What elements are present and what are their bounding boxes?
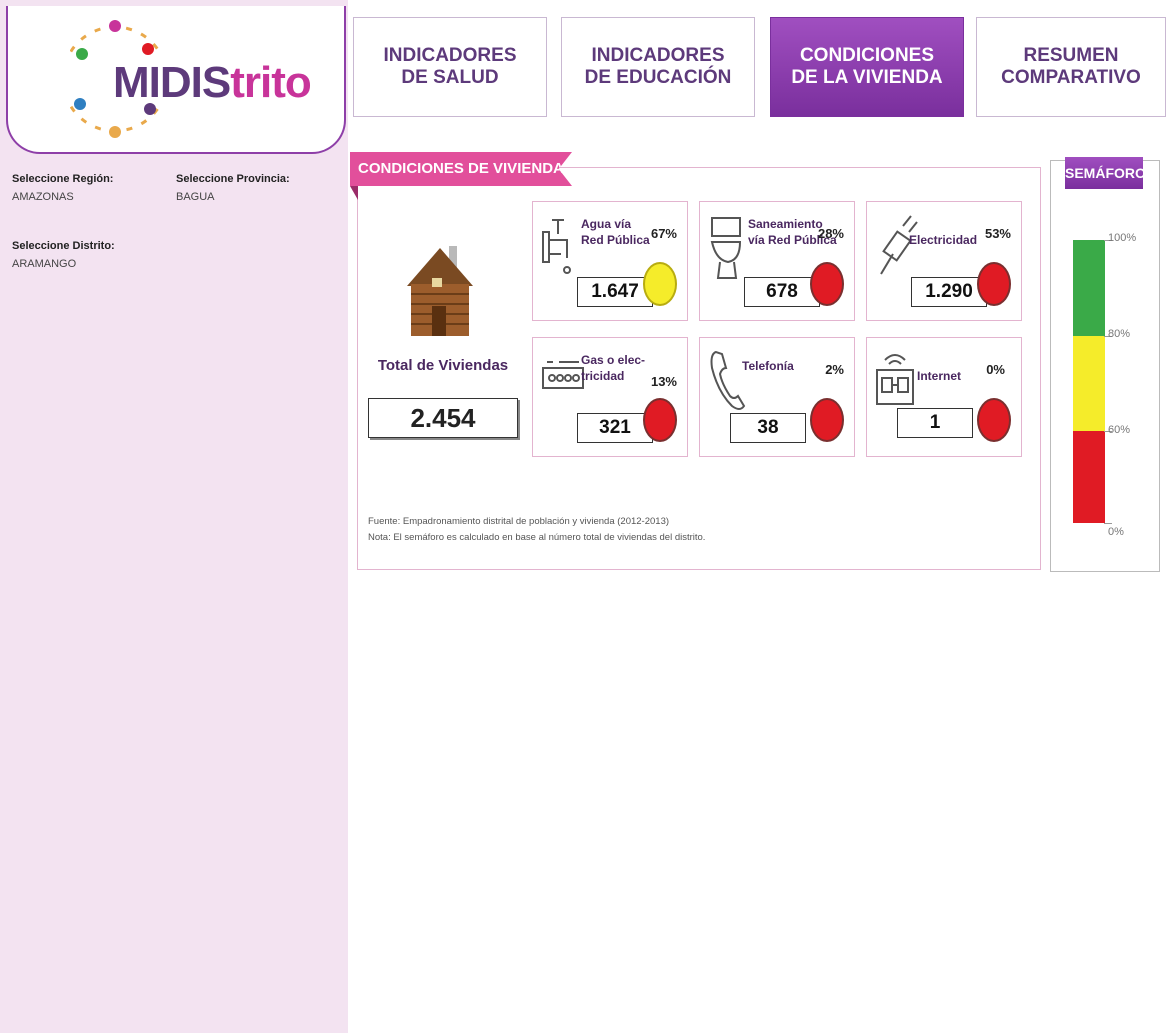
logo-trito: trito bbox=[230, 58, 312, 107]
semaforo-tick bbox=[1104, 523, 1112, 524]
tab-indicadores-educacion[interactable]: INDICADORES DE EDUCACIÓN bbox=[561, 17, 755, 117]
logo-wordmark: MIDIStrito bbox=[113, 58, 312, 108]
saneamiento-count: 678 bbox=[744, 277, 820, 307]
source-footnote: Fuente: Empadronamiento distrital de pob… bbox=[368, 516, 670, 527]
electricidad-count: 1.290 bbox=[911, 277, 987, 307]
distrito-label: Seleccione Distrito: bbox=[12, 240, 115, 252]
tab-condiciones-vivienda[interactable]: CONDICIONES DE LA VIVIENDA bbox=[770, 17, 964, 117]
internet-status-light bbox=[977, 398, 1011, 442]
saneamiento-status-light bbox=[810, 262, 844, 306]
card-agua: Agua vía Red Pública 67% 1.647 bbox=[532, 201, 688, 321]
provincia-label: Seleccione Provincia: bbox=[176, 173, 290, 185]
region-label: Seleccione Región: bbox=[12, 173, 114, 185]
telefonia-percent: 2% bbox=[825, 362, 844, 377]
toilet-icon bbox=[710, 217, 742, 279]
agua-label: Agua vía Red Pública bbox=[581, 217, 650, 247]
card-internet: Internet 0% 1 bbox=[866, 337, 1022, 457]
electricidad-label: Electricidad bbox=[909, 233, 978, 247]
gas-percent: 13% bbox=[650, 374, 677, 389]
sidebar bbox=[0, 0, 348, 1033]
ribbon-fold bbox=[350, 186, 358, 200]
logo-midis: MIDIS bbox=[113, 58, 231, 107]
tab-indicadores-salud[interactable]: INDICADORES DE SALUD bbox=[353, 17, 547, 117]
electricidad-status-light bbox=[977, 262, 1011, 306]
card-gas: Gas o elec- tricidad 13% 321 bbox=[532, 337, 688, 457]
agua-percent: 67% bbox=[650, 226, 677, 241]
logo-panel: MIDIStrito bbox=[6, 6, 346, 154]
provincia-selector[interactable]: Seleccione Provincia: BAGUA bbox=[176, 173, 290, 203]
semaforo-green-band bbox=[1073, 240, 1105, 336]
gas-status-light bbox=[643, 398, 677, 442]
telefonia-count: 38 bbox=[730, 413, 806, 443]
provincia-value[interactable]: BAGUA bbox=[176, 191, 290, 203]
internet-count: 1 bbox=[897, 408, 973, 438]
agua-count: 1.647 bbox=[577, 277, 653, 307]
agua-status-light bbox=[643, 262, 677, 306]
total-viviendas-label: Total de Viviendas bbox=[377, 357, 509, 374]
total-viviendas-value: 2.454 bbox=[368, 398, 518, 438]
gas-count: 321 bbox=[577, 413, 653, 443]
stove-icon bbox=[542, 361, 584, 389]
semaforo-red-band bbox=[1073, 431, 1105, 523]
semaforo-level-0: 0% bbox=[1108, 526, 1124, 538]
card-saneamiento: Saneamiento vía Red Pública 28% 678 bbox=[699, 201, 855, 321]
saneamiento-percent: 28% bbox=[817, 226, 844, 241]
semaforo-level-80: 80% bbox=[1108, 328, 1131, 340]
semaforo-level-60: 60% bbox=[1108, 424, 1131, 436]
card-electricidad: Electricidad 53% 1.290 bbox=[866, 201, 1022, 321]
house-icon bbox=[407, 246, 473, 336]
tab-resumen-comparativo[interactable]: RESUMEN COMPARATIVO bbox=[976, 17, 1166, 117]
distrito-selector[interactable]: Seleccione Distrito: ARAMANGO bbox=[12, 240, 115, 270]
note-footnote: Nota: El semáforo es calculado en base a… bbox=[368, 532, 706, 543]
telefonia-status-light bbox=[810, 398, 844, 442]
faucet-icon bbox=[542, 219, 571, 274]
telefonia-label: Telefonía bbox=[742, 359, 794, 373]
region-value[interactable]: AMAZONAS bbox=[12, 191, 113, 203]
semaforo-panel bbox=[1050, 160, 1160, 572]
internet-percent: 0% bbox=[986, 362, 1005, 377]
gas-label: Gas o elec- tricidad bbox=[581, 353, 646, 383]
semaforo-title: SEMÁFORO bbox=[1065, 157, 1146, 189]
distrito-value[interactable]: ARAMANGO bbox=[12, 258, 115, 270]
semaforo-level-100: 100% bbox=[1108, 232, 1137, 244]
card-telefonia: Telefonía 2% 38 bbox=[699, 337, 855, 457]
internet-label: Internet bbox=[917, 369, 962, 383]
region-selector[interactable]: Seleccione Región: AMAZONAS bbox=[12, 173, 113, 203]
section-title: CONDICIONES DE VIVIENDA bbox=[350, 152, 572, 186]
electricidad-percent: 53% bbox=[984, 226, 1011, 241]
semaforo-yellow-band bbox=[1073, 336, 1105, 431]
